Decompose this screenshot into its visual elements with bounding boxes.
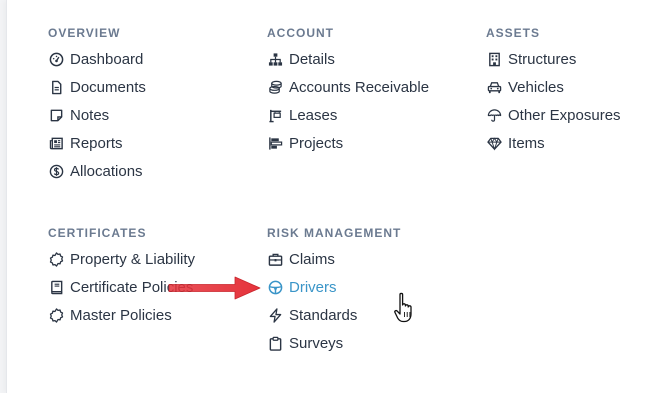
bolt-icon [267, 307, 283, 323]
car-icon [486, 79, 502, 95]
menu-item-documents[interactable]: Documents [48, 73, 146, 101]
menu-item-claims[interactable]: Claims [267, 245, 401, 273]
account-section: ACCOUNT Details Accounts Receivable Leas… [267, 25, 429, 157]
book-icon [48, 279, 64, 295]
dashboard-icon [48, 51, 64, 67]
section-title: ASSETS [486, 26, 541, 40]
risk-management-section: RISK MANAGEMENT Claims Drivers Standards… [267, 225, 401, 357]
menu-item-surveys[interactable]: Surveys [267, 329, 401, 357]
note-icon [48, 107, 64, 123]
menu-item-allocations[interactable]: Allocations [48, 157, 146, 185]
menu-item-label: Leases [289, 106, 338, 124]
projects-icon [267, 135, 283, 151]
menu-item-label: Reports [70, 134, 123, 152]
badge-icon [48, 251, 64, 267]
menu-item-label: Property & Liability [70, 250, 196, 268]
badge-icon [48, 307, 64, 323]
menu-item-projects[interactable]: Projects [267, 129, 429, 157]
menu-item-label: Other Exposures [508, 106, 621, 124]
sitemap-icon [267, 51, 283, 67]
section-title: ACCOUNT [267, 26, 334, 40]
menu-item-reports[interactable]: Reports [48, 129, 146, 157]
menu-item-label: Drivers [289, 278, 337, 296]
menu-item-label: Standards [289, 306, 358, 324]
menu-item-label: Master Policies [70, 306, 172, 324]
section-title: RISK MANAGEMENT [267, 226, 402, 240]
section-title: OVERVIEW [48, 26, 121, 40]
menu-item-notes[interactable]: Notes [48, 101, 146, 129]
lease-icon [267, 107, 283, 123]
hand-cursor-icon [394, 292, 412, 323]
menu-item-label: Projects [289, 134, 344, 152]
gem-icon [486, 135, 502, 151]
steering-wheel-icon [267, 279, 283, 295]
menu-item-dashboard[interactable]: Dashboard [48, 45, 146, 73]
briefcase-icon [267, 251, 283, 267]
overview-section: OVERVIEW Dashboard Documents Notes Repor… [48, 25, 146, 185]
assets-section: ASSETS Structures Vehicles Other Exposur… [486, 25, 621, 157]
menu-item-structures[interactable]: Structures [486, 45, 621, 73]
dollar-circle-icon [48, 163, 64, 179]
menu-item-master-policies[interactable]: Master Policies [48, 301, 195, 329]
menu-item-label: Notes [70, 106, 110, 124]
menu-item-label: Claims [289, 250, 335, 268]
menu-item-standards[interactable]: Standards [267, 301, 401, 329]
menu-item-details[interactable]: Details [267, 45, 429, 73]
menu-item-label: Allocations [70, 162, 143, 180]
document-icon [48, 79, 64, 95]
menu-item-accounts-receivable[interactable]: Accounts Receivable [267, 73, 429, 101]
menu-item-label: Items [508, 134, 545, 152]
umbrella-icon [486, 107, 502, 123]
menu-item-label: Vehicles [508, 78, 564, 96]
annotation-arrow [168, 276, 261, 300]
clipboard-icon [267, 335, 283, 351]
menu-item-label: Surveys [289, 334, 344, 352]
section-title: CERTIFICATES [48, 226, 147, 240]
report-icon [48, 135, 64, 151]
menu-item-leases[interactable]: Leases [267, 101, 429, 129]
menu-item-other-exposures[interactable]: Other Exposures [486, 101, 621, 129]
coins-icon [267, 79, 283, 95]
menu-item-vehicles[interactable]: Vehicles [486, 73, 621, 101]
menu-item-label: Structures [508, 50, 577, 68]
building-icon [486, 51, 502, 67]
menu-item-label: Accounts Receivable [289, 78, 430, 96]
menu-item-drivers[interactable]: Drivers [267, 273, 401, 301]
menu-item-label: Details [289, 50, 335, 68]
menu-panel: OVERVIEW Dashboard Documents Notes Repor… [6, 0, 670, 393]
menu-item-items[interactable]: Items [486, 129, 621, 157]
menu-item-property-liability[interactable]: Property & Liability [48, 245, 195, 273]
menu-item-label: Documents [70, 78, 146, 96]
menu-item-label: Dashboard [70, 50, 144, 68]
